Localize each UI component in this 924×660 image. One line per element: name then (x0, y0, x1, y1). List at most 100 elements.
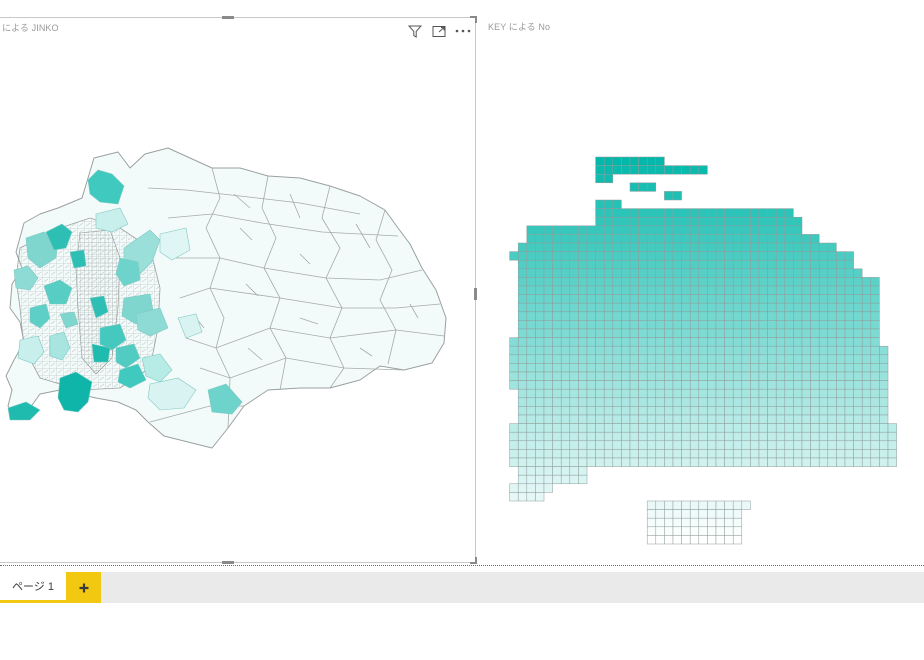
grid-cell[interactable] (767, 440, 777, 450)
grid-cell[interactable] (750, 354, 760, 364)
grid-cell[interactable] (750, 345, 760, 356)
grid-cell[interactable] (784, 285, 794, 295)
grid-cell[interactable] (775, 225, 786, 235)
grid-cell[interactable] (681, 380, 691, 390)
grid-cell[interactable] (681, 320, 691, 330)
grid-cell[interactable] (621, 285, 631, 295)
grid-cell[interactable] (603, 259, 614, 270)
grid-cell[interactable] (732, 457, 743, 467)
grid-cell[interactable] (509, 431, 519, 442)
grid-cell[interactable] (707, 259, 717, 270)
grid-cell[interactable] (509, 337, 519, 347)
grid-cell[interactable] (578, 380, 588, 390)
grid-cell[interactable] (638, 208, 648, 218)
grid-cell[interactable] (732, 234, 743, 244)
grid-cell[interactable] (629, 285, 639, 295)
grid-cell[interactable] (887, 440, 897, 450)
grid-cell[interactable] (861, 320, 872, 330)
grid-cell[interactable] (844, 406, 854, 416)
grid-cell[interactable] (707, 535, 717, 545)
grid-cell[interactable] (569, 320, 579, 330)
add-page-button[interactable] (66, 572, 101, 603)
grid-cell[interactable] (775, 449, 786, 459)
grid-cell[interactable] (698, 457, 708, 467)
grid-cell[interactable] (621, 156, 631, 166)
grid-cell[interactable] (672, 320, 682, 330)
grid-cell[interactable] (655, 380, 665, 390)
grid-cell[interactable] (664, 397, 674, 407)
grid-cell[interactable] (861, 440, 872, 450)
grid-cell[interactable] (595, 328, 605, 338)
grid-cell[interactable] (818, 380, 829, 390)
grid-cell[interactable] (689, 500, 700, 510)
grid-cell[interactable] (526, 294, 536, 304)
grid-cell[interactable] (801, 449, 811, 459)
grid-cell[interactable] (698, 449, 708, 459)
grid-cell[interactable] (698, 337, 708, 347)
grid-cell[interactable] (664, 363, 674, 373)
grid-cell[interactable] (861, 380, 872, 390)
grid-cell[interactable] (793, 388, 803, 399)
grid-cell[interactable] (861, 423, 872, 433)
grid-cell[interactable] (569, 277, 579, 287)
grid-cell[interactable] (535, 449, 545, 459)
grid-cell[interactable] (646, 302, 657, 313)
grid-cell[interactable] (844, 320, 854, 330)
grid-cell[interactable] (879, 388, 889, 399)
grid-cell[interactable] (646, 320, 657, 330)
grid-cell[interactable] (818, 294, 829, 304)
grid-cell[interactable] (793, 406, 803, 416)
grid-cell[interactable] (853, 414, 863, 424)
grid-cell[interactable] (664, 294, 674, 304)
grid-cell[interactable] (775, 277, 786, 287)
grid-cell[interactable] (612, 165, 622, 175)
grid-cell[interactable] (879, 440, 889, 450)
grid-cell[interactable] (526, 311, 536, 321)
grid-cell[interactable] (870, 337, 880, 347)
grid-cell[interactable] (509, 345, 519, 356)
grid-cell[interactable] (715, 268, 725, 278)
grid-cell[interactable] (836, 337, 846, 347)
grid-cell[interactable] (741, 371, 751, 381)
grid-cell[interactable] (827, 431, 837, 442)
grid-cell[interactable] (732, 526, 743, 536)
grid-cell[interactable] (732, 268, 743, 278)
grid-cell[interactable] (646, 431, 657, 442)
grid-cell[interactable] (775, 251, 786, 261)
grid-cell[interactable] (655, 388, 665, 399)
grid-cell[interactable] (595, 414, 605, 424)
grid-cell[interactable] (732, 397, 743, 407)
grid-cell[interactable] (836, 259, 846, 270)
grid-cell[interactable] (784, 251, 794, 261)
grid-cell[interactable] (638, 268, 648, 278)
grid-cell[interactable] (672, 337, 682, 347)
grid-cell[interactable] (526, 234, 536, 244)
grid-cell[interactable] (543, 371, 553, 381)
grid-cell[interactable] (681, 535, 691, 545)
grid-cell[interactable] (664, 406, 674, 416)
grid-cell[interactable] (621, 423, 631, 433)
grid-cell[interactable] (560, 320, 571, 330)
grid-cell[interactable] (655, 371, 665, 381)
grid-cell[interactable] (509, 483, 519, 493)
grid-cell[interactable] (767, 225, 777, 235)
grid-cell[interactable] (741, 406, 751, 416)
grid-cell[interactable] (698, 208, 708, 218)
grid-cell[interactable] (535, 285, 545, 295)
grid-cell[interactable] (672, 526, 682, 536)
grid-cell[interactable] (621, 354, 631, 364)
grid-cell[interactable] (612, 406, 622, 416)
grid-cell[interactable] (646, 517, 657, 528)
grid-cell[interactable] (672, 371, 682, 381)
grid-cell[interactable] (655, 406, 665, 416)
grid-cell[interactable] (569, 380, 579, 390)
grid-cell[interactable] (526, 259, 536, 270)
grid-cell[interactable] (535, 337, 545, 347)
grid-cell[interactable] (715, 431, 725, 442)
grid-cell[interactable] (526, 388, 536, 399)
grid-cell[interactable] (870, 388, 880, 399)
grid-cell[interactable] (560, 345, 571, 356)
grid-cell[interactable] (724, 371, 734, 381)
grid-cell[interactable] (793, 457, 803, 467)
grid-cell[interactable] (543, 328, 553, 338)
